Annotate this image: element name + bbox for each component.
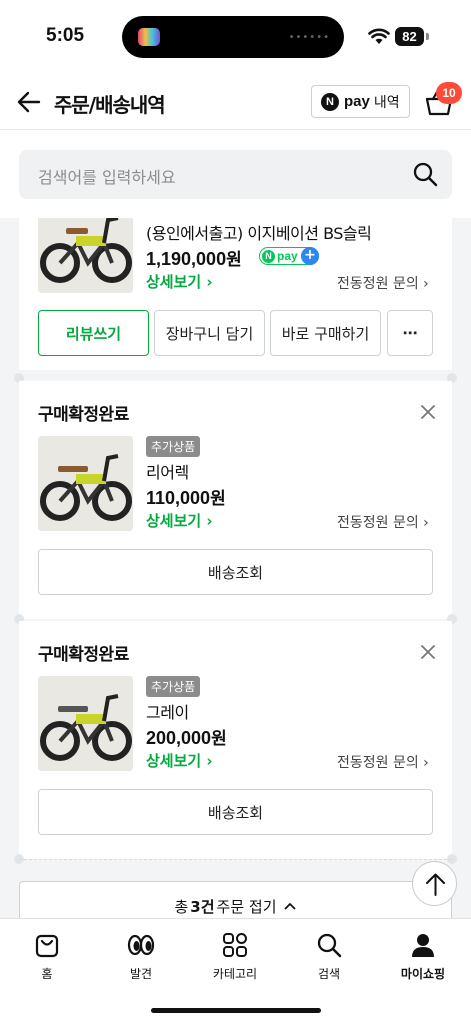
npay-label: pay [344,93,370,110]
arrow-up-icon [426,873,445,896]
collapse-orders-button[interactable]: 총 3건 주문 접기 [19,881,452,918]
fold-label: 주문 접기 [216,897,277,916]
product-price: 1,190,000원 [146,245,242,270]
track-delivery-button[interactable]: 배송조회 [38,549,433,595]
product-name: 그레이 [146,703,189,722]
tab-label: 마이쇼핑 [400,967,446,981]
add-to-cart-button[interactable]: 장바구니 담기 [154,310,265,356]
currency-label: 원 [211,729,227,749]
close-icon[interactable] [419,403,437,421]
order-card: 구매확정완료 추가상품 그레이 200,000원 상세보기 › 전동정원 문의 … [19,621,452,859]
buy-now-button[interactable]: 바로 구매하기 [270,310,381,356]
dynamic-island: •••••• [122,16,344,58]
product-image[interactable] [38,436,133,531]
status-time: 5:05 [46,25,85,46]
product-image[interactable] [38,218,133,293]
price-value: 1,190,000 [146,249,227,269]
divider [19,859,452,860]
tab-search[interactable]: 검색 [289,931,369,982]
search-icon [317,933,342,958]
battery-tip [426,33,429,40]
home-bag-icon [35,934,59,958]
fold-prefix: 총 [174,897,189,916]
detail-link[interactable]: 상세보기 › [146,750,213,771]
tab-home[interactable]: 홈 [7,931,87,982]
page-title: 주문/배송내역 [54,93,166,117]
price-value: 200,000 [146,728,212,748]
order-card: (용인에서출고) 이지베이션 BS슬릭 1,190,000원 N pay + 상… [19,218,452,370]
npay-n-icon: N [262,249,275,263]
tab-category[interactable]: 카테고리 [195,931,275,982]
npay-history-label: 내역 [373,94,400,111]
status-bar: 5:05 •••••• 82 [0,0,471,76]
plus-icon: + [301,246,319,265]
addon-badge: 추가상품 [146,436,201,457]
search-placeholder: 검색어를 입력하세요 [38,168,176,187]
back-arrow-icon[interactable] [16,89,42,115]
more-options-button[interactable]: ⋯ [387,310,433,356]
order-status: 구매확정완료 [38,645,129,665]
search-icon[interactable] [412,161,438,187]
price-value: 110,000 [146,488,211,508]
waveform-icon: •••••• [288,32,330,43]
product-name: 리어렉 [146,463,189,482]
npay-history-button[interactable]: N pay 내역 [311,85,410,118]
tab-label: 카테고리 [212,967,258,981]
order-list[interactable]: (용인에서출고) 이지베이션 BS슬릭 1,190,000원 N pay + 상… [0,218,471,918]
chevron-up-icon [283,902,296,910]
category-grid-icon [223,933,247,957]
tab-label: 검색 [317,967,341,981]
product-price: 110,000원 [146,484,226,509]
battery-indicator: 82 [395,27,424,46]
detail-link[interactable]: 상세보기 › [146,510,213,531]
cart-count-badge: 10 [436,82,462,104]
product-name: (용인에서출고) 이지베이션 BS슬릭 [146,224,372,243]
currency-label: 원 [226,250,242,270]
tab-discover[interactable]: 발견 [101,931,181,982]
tab-label: 발견 [129,967,153,981]
npay-badge-label: pay [277,249,298,263]
seller-inquiry-link[interactable]: 전동정원 문의 › [337,273,429,293]
now-playing-app-icon [138,28,160,46]
close-icon[interactable] [419,643,437,661]
order-count: 3건 [190,897,215,916]
currency-label: 원 [210,489,226,509]
search-section: 검색어를 입력하세요 [0,131,471,218]
seller-inquiry-link[interactable]: 전동정원 문의 › [337,512,429,532]
seller-inquiry-link[interactable]: 전동정원 문의 › [337,752,429,772]
wifi-icon [368,28,390,44]
npay-plus-badge: N pay + [259,246,319,265]
detail-link[interactable]: 상세보기 › [146,271,213,292]
eyes-icon [127,934,155,956]
addon-badge: 추가상품 [146,676,201,697]
app-header: 주문/배송내역 N pay 내역 10 [0,76,471,130]
order-card: 구매확정완료 추가상품 리어렉 110,000원 상세보기 › 전동정원 문의 … [19,381,452,619]
tab-label: 홈 [41,967,53,981]
scroll-to-top-button[interactable] [412,861,457,906]
track-delivery-button[interactable]: 배송조회 [38,789,433,835]
search-input[interactable]: 검색어를 입력하세요 [19,150,452,199]
product-image[interactable] [38,676,133,771]
tab-my-shopping[interactable]: 마이쇼핑 [383,931,463,982]
write-review-button[interactable]: 리뷰쓰기 [38,310,149,356]
person-icon [412,934,434,957]
order-status: 구매확정완료 [38,405,129,425]
product-price: 200,000원 [146,724,227,749]
npay-n-icon: N [321,92,339,111]
home-indicator[interactable] [151,1008,321,1013]
